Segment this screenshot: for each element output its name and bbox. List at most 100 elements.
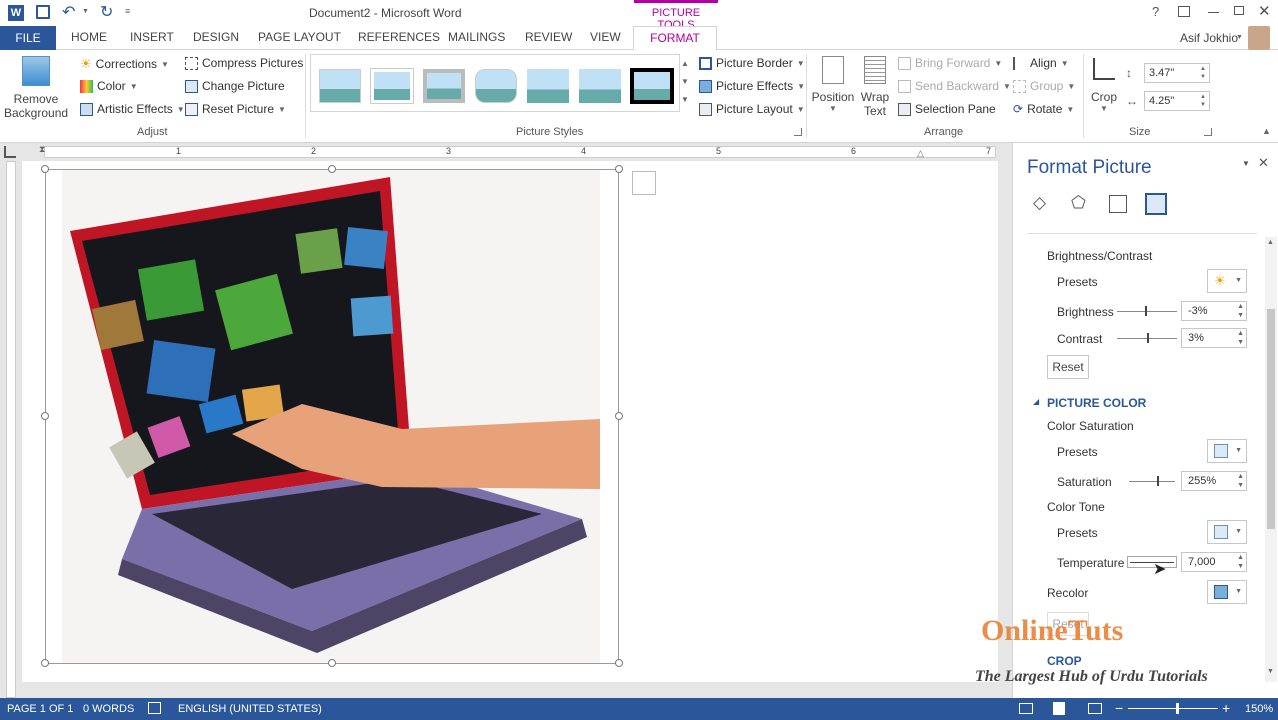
picture-style-4[interactable] — [475, 69, 517, 103]
tab-home[interactable]: HOME — [71, 30, 107, 44]
zoom-level[interactable]: 150% — [1245, 703, 1273, 715]
picture-style-3[interactable] — [423, 69, 465, 103]
bring-forward-button[interactable]: Bring Forward ▼ — [898, 56, 1002, 70]
scroll-up-icon[interactable]: ▲ — [1267, 239, 1274, 246]
brightness-slider-thumb[interactable] — [1145, 306, 1147, 316]
saturation-spinner-icon[interactable]: ▲ ▼ — [1237, 472, 1244, 490]
send-backward-button[interactable]: Send Backward ▼ — [898, 79, 1011, 93]
temperature-slider[interactable] — [1127, 556, 1177, 568]
close-icon[interactable]: ✕ — [1258, 2, 1271, 20]
tab-view[interactable]: VIEW — [590, 30, 621, 44]
print-layout-icon[interactable] — [1053, 702, 1065, 715]
height-input[interactable]: 3.47" ▲ ▼ — [1144, 63, 1210, 83]
avatar[interactable] — [1248, 26, 1270, 50]
picture-style-6[interactable] — [579, 69, 621, 103]
temperature-spinner-icon[interactable]: ▲ ▼ — [1237, 553, 1244, 571]
width-input[interactable]: 4.25" ▲ ▼ — [1144, 91, 1210, 111]
wrap-text-button[interactable]: Wrap Text — [858, 54, 892, 118]
user-name[interactable]: Asif Jokhio — [1180, 31, 1238, 45]
resize-handle[interactable] — [328, 165, 336, 173]
resize-handle[interactable] — [328, 659, 336, 667]
contrast-spinner-icon[interactable]: ▲ ▼ — [1237, 329, 1244, 347]
picture-styles-launcher-icon[interactable] — [794, 128, 802, 136]
resize-handle[interactable] — [41, 659, 49, 667]
proofing-icon[interactable] — [148, 702, 161, 714]
gallery-down-icon[interactable]: ▼ — [681, 77, 689, 86]
reset-picture-button[interactable]: Reset Picture ▼ — [185, 102, 286, 116]
tab-selector-icon[interactable] — [4, 146, 16, 158]
tone-presets-dropdown[interactable]: ▼ — [1207, 520, 1247, 544]
scroll-down-icon[interactable]: ▼ — [1267, 668, 1274, 675]
pane-close-icon[interactable]: ✕ — [1258, 155, 1269, 171]
help-icon[interactable]: ? — [1152, 4, 1159, 19]
web-layout-icon[interactable] — [1088, 703, 1102, 714]
ribbon-display-icon[interactable] — [1178, 6, 1190, 17]
zoom-in-icon[interactable]: + — [1222, 700, 1230, 716]
size-launcher-icon[interactable] — [1204, 128, 1212, 136]
temperature-input[interactable]: 7,000 ▲ ▼ — [1181, 552, 1247, 572]
color-button[interactable]: Color ▼ — [80, 79, 138, 93]
effects-icon[interactable]: ⬠ — [1071, 193, 1086, 213]
save-icon[interactable] — [36, 5, 50, 19]
selection-pane-button[interactable]: Selection Pane — [898, 102, 996, 116]
zoom-slider[interactable] — [1128, 708, 1218, 709]
picture-effects-button[interactable]: Picture Effects ▼ — [699, 79, 805, 93]
page[interactable] — [22, 161, 998, 682]
pane-options-icon[interactable]: ▼ — [1242, 159, 1250, 168]
tab-insert[interactable]: INSERT — [130, 30, 174, 44]
picture-selection-frame[interactable] — [45, 169, 619, 664]
picture-style-1[interactable] — [319, 69, 361, 103]
resize-handle[interactable] — [615, 165, 623, 173]
zoom-slider-thumb[interactable] — [1176, 703, 1179, 714]
layout-properties-icon[interactable] — [1109, 195, 1127, 213]
picture-style-2[interactable] — [371, 69, 413, 103]
minimize-icon[interactable] — [1208, 12, 1219, 13]
brightness-slider[interactable] — [1117, 311, 1177, 312]
page-count[interactable]: PAGE 1 OF 1 — [7, 703, 73, 715]
tab-references[interactable]: REFERENCES — [358, 30, 440, 44]
width-spinner-icon[interactable]: ▲ ▼ — [1200, 93, 1206, 109]
picture-style-5[interactable] — [527, 69, 569, 103]
align-button[interactable]: Align ▼ — [1013, 56, 1069, 70]
recolor-dropdown[interactable]: ▼ — [1207, 580, 1247, 604]
layout-options-icon[interactable] — [632, 171, 656, 195]
tab-mailings[interactable]: MAILINGS — [448, 30, 505, 44]
artistic-effects-button[interactable]: Artistic Effects ▼ — [80, 102, 185, 116]
user-dropdown-icon[interactable]: ▼ — [1236, 34, 1243, 41]
gallery-up-icon[interactable]: ▲ — [681, 59, 689, 68]
height-spinner-icon[interactable]: ▲ ▼ — [1200, 65, 1206, 81]
compress-pictures-button[interactable]: Compress Pictures — [185, 56, 303, 70]
collapse-section-icon[interactable]: ◢ — [1033, 397, 1039, 406]
resize-handle[interactable] — [615, 659, 623, 667]
gallery-more-icon[interactable]: ▼ — [681, 95, 689, 104]
crop-button[interactable]: Crop ▼ — [1088, 54, 1120, 113]
fill-line-icon[interactable]: ◇ — [1033, 193, 1046, 213]
position-button[interactable]: Position ▼ — [810, 54, 856, 113]
saturation-slider[interactable] — [1129, 481, 1175, 482]
picture-styles-gallery[interactable]: ▲ ▼ ▼ — [310, 54, 689, 112]
tab-file[interactable]: FILE — [0, 26, 56, 50]
rotate-button[interactable]: ⟳ Rotate ▼ — [1013, 102, 1074, 116]
indent-marker-icon[interactable]: ⧗ — [39, 144, 45, 155]
brightness-input[interactable]: -3% ▲ ▼ — [1181, 301, 1247, 321]
tab-review[interactable]: REVIEW — [525, 30, 572, 44]
resize-handle[interactable] — [41, 165, 49, 173]
remove-background-button[interactable]: Remove Background — [4, 54, 68, 124]
resize-handle[interactable] — [41, 412, 49, 420]
contrast-input[interactable]: 3% ▲ ▼ — [1181, 328, 1247, 348]
restore-icon[interactable] — [1234, 6, 1244, 15]
undo-icon[interactable]: ↶ — [62, 2, 75, 22]
customize-qat-icon[interactable]: ≡ — [125, 6, 130, 16]
language[interactable]: ENGLISH (UNITED STATES) — [178, 703, 322, 715]
right-indent-icon[interactable]: △ — [917, 148, 924, 159]
picture-layout-button[interactable]: Picture Layout ▼ — [699, 102, 805, 116]
brightness-presets-dropdown[interactable]: ☀ ▼ — [1207, 269, 1247, 293]
reset-brightness-button[interactable]: Reset — [1047, 355, 1089, 379]
tab-format[interactable]: FORMAT — [633, 26, 717, 51]
brightness-spinner-icon[interactable]: ▲ ▼ — [1237, 302, 1244, 320]
picture-tab-icon[interactable] — [1145, 193, 1167, 215]
undo-dropdown-icon[interactable]: ▼ — [82, 8, 89, 15]
corrections-button[interactable]: ☀ Corrections ▼ — [80, 56, 169, 72]
change-picture-button[interactable]: Change Picture — [185, 79, 285, 93]
resize-handle[interactable] — [615, 412, 623, 420]
